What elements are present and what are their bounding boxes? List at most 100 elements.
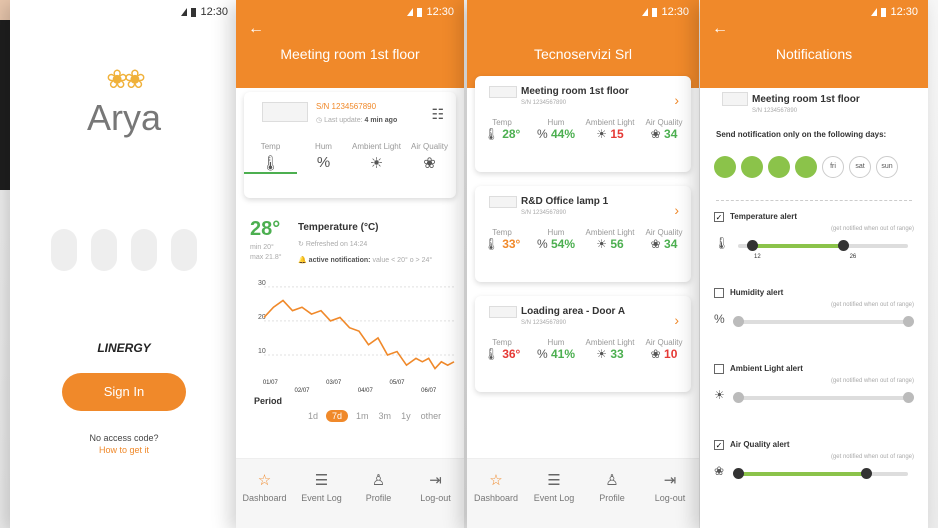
day-toggle-selected[interactable] — [768, 156, 790, 178]
user-icon: ♙ — [605, 472, 619, 489]
humidity-icon: % — [316, 154, 331, 171]
nav-profile[interactable]: ♙ Profile — [583, 459, 641, 528]
tab-temp[interactable]: Temp 🌡 — [244, 138, 297, 174]
device-card: S/N 1234567890 ◷ Last update: 4 min ago … — [244, 92, 456, 198]
device-card[interactable]: R&D Office lamp 1 S/N 1234567890 › Temp 🌡… — [475, 186, 691, 282]
temp-min: min 20° — [250, 244, 274, 251]
slider-fill — [738, 396, 908, 400]
code-box[interactable] — [131, 229, 157, 271]
x-tick-label: 05/07 — [389, 380, 405, 386]
bell-icon: 🔔 — [298, 257, 309, 264]
alert-checkbox[interactable] — [714, 364, 724, 374]
nav-event-log[interactable]: ☰ Event Log — [293, 459, 350, 528]
reading-hum: Hum% 41% — [536, 338, 576, 361]
chevron-right-icon[interactable]: › — [674, 312, 679, 328]
status-bar: 12:30 — [467, 0, 699, 24]
alert-hint: (get notified when out of range) — [830, 302, 914, 308]
code-box[interactable] — [171, 229, 197, 271]
nav-event-log[interactable]: ☰ Event Log — [525, 459, 583, 528]
device-name: R&D Office lamp 1 — [521, 196, 609, 207]
reading-light: Ambient Light ☀ 15 — [585, 118, 635, 141]
nav-logout[interactable]: ⇥ Log-out — [641, 459, 699, 528]
slider-handle-min[interactable] — [733, 392, 744, 403]
app-showcase: 12:30 ❀❀ Arya LINERGY Sign In No access … — [0, 0, 938, 528]
alert-checkbox[interactable]: ✓ — [714, 440, 724, 450]
slider-handle-max[interactable] — [903, 392, 914, 403]
day-toggle-selected[interactable] — [714, 156, 736, 178]
humidity-icon: % — [536, 347, 548, 361]
humidity-icon: % — [536, 237, 548, 251]
day-toggle-selected[interactable] — [741, 156, 763, 178]
alert-row: Humidity alert (get notified when out of… — [714, 288, 914, 364]
alert-row: ✓ Air Quality alert (get notified when o… — [714, 440, 914, 516]
alert-label: Temperature alert — [730, 212, 797, 221]
range-slider[interactable] — [733, 316, 914, 327]
range-slider[interactable] — [733, 468, 908, 479]
period-option[interactable]: 1y — [399, 410, 413, 422]
slider-handle-min[interactable] — [733, 468, 744, 479]
logout-icon: ⇥ — [663, 472, 677, 489]
alert-checkbox[interactable] — [714, 288, 724, 298]
range-slider[interactable] — [733, 392, 914, 403]
slider-handle-max[interactable] — [838, 240, 850, 251]
device-card[interactable]: Loading area - Door A S/N 1234567890 › T… — [475, 296, 691, 392]
chevron-right-icon[interactable]: › — [674, 92, 679, 108]
alert-label: Air Quality alert — [730, 440, 790, 449]
slider-handle-min[interactable] — [746, 240, 758, 251]
day-toggle[interactable]: sat — [849, 156, 871, 178]
day-toggle[interactable]: sun — [876, 156, 898, 178]
slider-handle-max[interactable] — [903, 316, 914, 327]
slider-handle-min[interactable] — [733, 316, 744, 327]
code-box[interactable] — [91, 229, 117, 271]
period-option[interactable]: other — [419, 410, 444, 422]
user-icon: ♙ — [371, 472, 386, 489]
reading-hum: Hum% 54% — [536, 228, 576, 251]
star-icon: ☆ — [257, 472, 272, 489]
sun-icon: ☀ — [596, 347, 608, 361]
period-option[interactable]: 7d — [326, 410, 349, 422]
alert-checkbox[interactable]: ✓ — [714, 212, 724, 222]
sensor-readings: Temp 🌡 33° Hum% 54% Ambient Light ☀ 56 Air… — [475, 224, 691, 251]
access-code-boxes — [10, 229, 238, 271]
tab-light[interactable]: Ambient Light ☀ — [350, 138, 403, 174]
sign-in-button[interactable]: Sign In — [62, 373, 186, 411]
x-tick-label: 02/07 — [294, 388, 310, 394]
device-card[interactable]: Meeting room 1st floor S/N 1234567890 › … — [475, 76, 691, 172]
how-to-get-link[interactable]: How to get it — [10, 445, 238, 455]
x-tick-label: 04/07 — [358, 388, 374, 394]
tab-hum[interactable]: Hum% — [297, 138, 350, 174]
nav-logout[interactable]: ⇥ Log-out — [407, 459, 464, 528]
range-slider[interactable] — [738, 240, 908, 251]
slider-fill — [738, 472, 866, 476]
login-screen: 12:30 ❀❀ Arya LINERGY Sign In No access … — [10, 0, 238, 528]
day-toggle-selected[interactable] — [795, 156, 817, 178]
device-image — [489, 86, 517, 98]
device-image — [489, 196, 517, 208]
air-quality-icon: ❀ — [650, 127, 661, 141]
thermometer-icon: 🌡 33° — [483, 237, 521, 251]
settings-sliders-icon[interactable]: ☷ — [431, 106, 444, 123]
back-arrow-icon[interactable]: ← — [712, 20, 728, 38]
status-bar: 12:30 — [236, 0, 464, 24]
slider-handle-max[interactable] — [860, 468, 872, 479]
period-option[interactable]: 1m — [354, 410, 371, 422]
sensor-tabs: Temp 🌡 Hum% Ambient Light ☀ Air Quality ❀ — [244, 138, 456, 174]
alert-row: Ambient Light alert (get notified when o… — [714, 364, 914, 440]
status-bar: 12:30 — [10, 0, 238, 24]
period-option[interactable]: 3m — [377, 410, 394, 422]
chevron-right-icon[interactable]: › — [674, 202, 679, 218]
nav-dashboard[interactable]: ☆ Dashboard — [236, 459, 293, 528]
thermometer-icon: 🌡 — [714, 236, 730, 250]
device-image — [489, 306, 517, 318]
nav-profile[interactable]: ♙ Profile — [350, 459, 407, 528]
period-option[interactable]: 1d — [306, 410, 320, 422]
sun-icon: ☀ — [596, 237, 608, 251]
nav-dashboard[interactable]: ☆ Dashboard — [467, 459, 525, 528]
day-toggle[interactable]: fri — [822, 156, 844, 178]
device-sn: S/N 1234567890 — [521, 320, 567, 326]
back-arrow-icon[interactable]: ← — [248, 20, 264, 38]
device-image — [262, 102, 308, 122]
tab-air[interactable]: Air Quality ❀ — [403, 138, 456, 174]
device-name: Meeting room 1st floor — [521, 86, 629, 97]
code-box[interactable] — [51, 229, 77, 271]
